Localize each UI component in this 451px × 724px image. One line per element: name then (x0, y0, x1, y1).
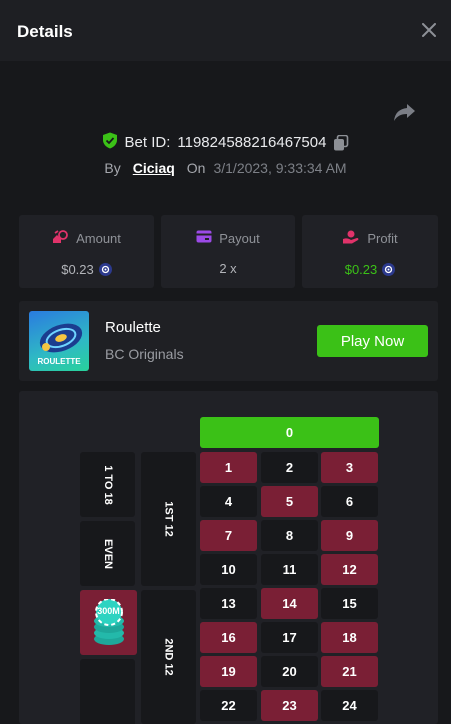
number-cell-1[interactable]: 1 (200, 452, 257, 483)
dozen-1-cell[interactable]: 1ST 12 (141, 452, 196, 586)
game-provider: BC Originals (105, 346, 184, 362)
number-cell-12[interactable]: 12 (321, 554, 378, 585)
amount-icon (52, 230, 69, 247)
number-label: 21 (342, 664, 357, 679)
number-label: 17 (282, 630, 297, 645)
number-cell-15[interactable]: 15 (321, 588, 378, 619)
number-label: 22 (221, 698, 236, 713)
number-cell-9[interactable]: 9 (321, 520, 378, 551)
dozen-label: 2ND 12 (162, 638, 175, 676)
number-cell-10[interactable]: 10 (200, 554, 257, 585)
number-cell-13[interactable]: 13 (200, 588, 257, 619)
number-label: 24 (342, 698, 357, 713)
amount-value: $0.23 (61, 262, 94, 277)
number-cell-19[interactable]: 19 (200, 656, 257, 687)
on-label: On (186, 160, 206, 176)
number-cell-7[interactable]: 7 (200, 520, 257, 551)
number-cell-18[interactable]: 18 (321, 622, 378, 653)
number-label: 18 (342, 630, 357, 645)
share-icon[interactable] (393, 102, 419, 124)
bet-meta-row: By Ciciaq On 3/1/2023, 9:33:34 AM (0, 160, 451, 176)
number-label: 16 (221, 630, 236, 645)
outside-label: EVEN (101, 538, 114, 569)
username-link[interactable]: Ciciaq (133, 160, 175, 176)
profit-value: $0.23 (344, 262, 378, 277)
amount-stat: Amount $0.23 (19, 215, 154, 288)
number-label: 6 (345, 494, 354, 509)
number-cell-16[interactable]: 16 (200, 622, 257, 653)
number-cell-21[interactable]: 21 (321, 656, 378, 687)
roulette-thumbnail[interactable]: ROULETTE (29, 311, 89, 371)
card-icon (196, 230, 212, 246)
number-label: 0 (285, 425, 294, 440)
number-label: 7 (224, 528, 233, 543)
number-label: 11 (282, 562, 297, 577)
bet-id-value: 119824588216467504 (177, 134, 327, 151)
number-label: 9 (345, 528, 354, 543)
number-label: 5 (285, 494, 294, 509)
number-cell-24[interactable]: 24 (321, 690, 378, 721)
amount-label: Amount (76, 231, 121, 246)
number-cell-4[interactable]: 4 (200, 486, 257, 517)
dozen-label: 1ST 12 (162, 501, 175, 537)
number-cell-3[interactable]: 3 (321, 452, 378, 483)
payout-stat: Payout 2 x (161, 215, 295, 288)
number-cell-2[interactable]: 2 (261, 452, 318, 483)
number-cell-0[interactable]: 0 (200, 417, 379, 448)
number-label: 19 (221, 664, 236, 679)
number-cell-20[interactable]: 20 (261, 656, 318, 687)
by-label: By (104, 160, 121, 176)
outside-bet-1-cell[interactable]: 1 TO 18 (80, 452, 135, 517)
copy-icon[interactable] (333, 134, 349, 151)
number-label: 14 (282, 596, 297, 611)
number-label: 12 (342, 562, 357, 577)
number-cell-6[interactable]: 6 (321, 486, 378, 517)
number-label: 3 (345, 460, 354, 475)
number-cell-17[interactable]: 17 (261, 622, 318, 653)
number-cell-22[interactable]: 22 (200, 690, 257, 721)
number-label: 4 (224, 494, 233, 509)
number-cell-23[interactable]: 23 (261, 690, 318, 721)
red-bet-cell[interactable]: 300M (80, 590, 137, 655)
chip-amount: 300M (97, 605, 120, 616)
bet-id-label: Bet ID: (124, 134, 171, 151)
number-label: 13 (221, 596, 236, 611)
profit-stat: Profit $0.23 (302, 215, 438, 288)
bet-datetime: 3/1/2023, 9:33:34 AM (213, 160, 347, 176)
roulette-table: 0 1 2 3 4 5 6 7 8 9 10 11 12 13 14 15 16 17 18 19 20 21 22 23 24… (19, 391, 438, 724)
number-label: 1 (224, 460, 233, 475)
outside-label: 1 TO 18 (101, 464, 114, 505)
game-card: ROULETTE Roulette BC Originals Play Now (19, 301, 438, 381)
dozen-2-cell[interactable]: 2ND 12 (141, 590, 196, 724)
hand-coin-icon (342, 230, 360, 247)
outside-bet-2-cell[interactable]: EVEN (80, 521, 135, 586)
coin-icon (98, 263, 112, 276)
number-label: 15 (342, 596, 357, 611)
thumbnail-label: ROULETTE (37, 357, 81, 366)
details-header: Details (0, 0, 451, 61)
number-label: 23 (282, 698, 297, 713)
shield-check-icon (102, 132, 118, 153)
number-label: 20 (282, 664, 297, 679)
number-label: 8 (285, 528, 294, 543)
chip-stack-icon: 300M (91, 597, 127, 647)
number-label: 10 (221, 562, 236, 577)
page-title: Details (17, 22, 73, 41)
number-cell-11[interactable]: 11 (261, 554, 318, 585)
coin-icon (382, 263, 396, 276)
play-now-button[interactable]: Play Now (317, 325, 428, 357)
close-icon[interactable] (417, 18, 441, 42)
number-cell-8[interactable]: 8 (261, 520, 318, 551)
profit-label: Profit (367, 231, 398, 246)
payout-value: 2 x (219, 261, 237, 276)
number-cell-14[interactable]: 14 (261, 588, 318, 619)
bet-id-row: Bet ID: 119824588216467504 (0, 132, 451, 153)
payout-label: Payout (219, 230, 260, 246)
number-label: 2 (285, 460, 294, 475)
game-name: Roulette (105, 319, 161, 336)
number-cell-5[interactable]: 5 (261, 486, 318, 517)
outside-bet-3-cell[interactable] (80, 659, 135, 724)
